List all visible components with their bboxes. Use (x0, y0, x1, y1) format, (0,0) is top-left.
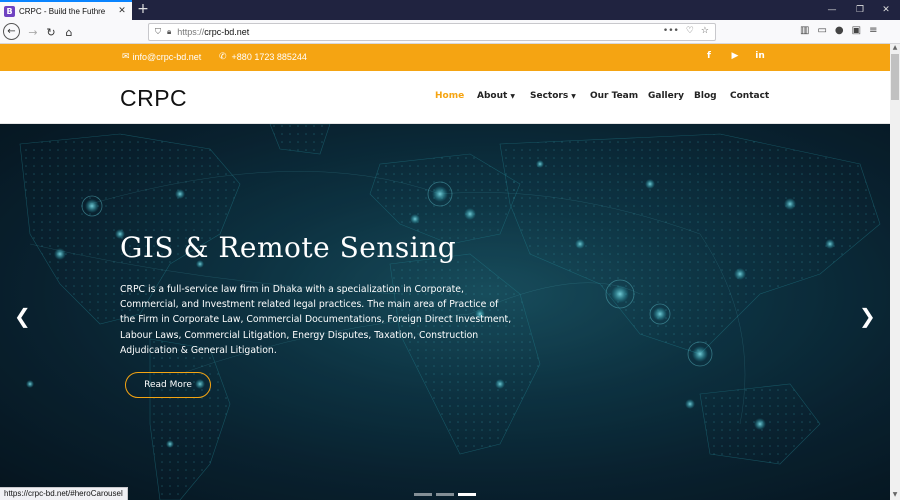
nav-label: Our Team (590, 91, 639, 101)
lock-icon[interactable]: 🔒︎ (167, 27, 171, 37)
carousel-next-icon[interactable]: ❯ (859, 304, 876, 328)
nav-item-contact[interactable]: Contact (730, 91, 769, 101)
account-icon[interactable]: ● (835, 25, 844, 36)
page-actions-icon[interactable]: ••• (663, 26, 679, 36)
url-scheme: https:// (177, 27, 205, 37)
nav-label: Contact (730, 91, 770, 101)
email-text: info@crpc-bd.net (132, 51, 202, 62)
phone-icon: ✆ (219, 51, 227, 61)
email-link[interactable]: ✉ info@crpc-bd.net (122, 51, 201, 62)
url-text: https://crpc-bd.net (177, 27, 249, 37)
tab-title: CRPC - Build the Futhre (19, 6, 106, 16)
youtube-icon[interactable]: ▶ (729, 51, 741, 61)
phone-text: +880 1723 885244 (231, 51, 307, 62)
carousel-indicator-active[interactable] (458, 493, 476, 496)
nav-label: Blog (694, 91, 717, 101)
carousel-prev-icon[interactable]: ❮ (14, 304, 31, 328)
nav-item-our-team[interactable]: Our Team (590, 91, 638, 101)
nav-label: Gallery (648, 91, 685, 101)
browser-tab[interactable]: B CRPC - Build the Futhre ✕ (0, 0, 132, 20)
nav-item-sectors[interactable]: Sectors ▼ (530, 91, 576, 101)
scroll-up-icon[interactable]: ▲ (890, 44, 900, 53)
read-more-button[interactable]: Read More (125, 372, 211, 398)
address-bar[interactable]: ⛉ 🔒︎ https://crpc-bd.net ••• ♡ ☆ (148, 23, 716, 41)
url-host: crpc-bd.net (204, 27, 250, 37)
close-tab-icon[interactable]: ✕ (116, 6, 128, 16)
menu-hamburger-icon[interactable]: ≡ (869, 25, 877, 36)
pocket-icon[interactable]: ♡ (686, 26, 694, 36)
library-icon[interactable]: ▥ (800, 25, 809, 36)
restore-window-button[interactable]: ❐ (848, 0, 872, 20)
carousel-indicator[interactable] (414, 493, 432, 496)
carousel-indicators (414, 493, 476, 496)
nav-label: Sectors (530, 91, 569, 101)
minimize-window-button[interactable]: — (820, 0, 844, 20)
nav-item-blog[interactable]: Blog (694, 91, 717, 101)
facebook-icon[interactable]: f (703, 51, 715, 61)
scroll-down-icon[interactable]: ▼ (890, 491, 900, 500)
browser-navigation-bar: ← → ↻ ⌂ ⛉ 🔒︎ https://crpc-bd.net ••• ♡ ☆… (0, 20, 900, 44)
forward-button[interactable]: → (24, 23, 42, 41)
hero-carousel: GIS & Remote Sensing CRPC is a full-serv… (0, 124, 890, 500)
nav-label: About (477, 91, 508, 101)
site-favicon-icon: B (4, 5, 15, 17)
chevron-down-icon: ▼ (571, 92, 576, 100)
bookmark-star-icon[interactable]: ☆ (701, 26, 709, 36)
site-header: CRPC Home About ▼ Sectors ▼ Our Team Galle… (0, 71, 890, 124)
status-bar-url: https://crpc-bd.net/#heroCarousel (0, 487, 128, 500)
chevron-down-icon: ▼ (510, 92, 515, 100)
linkedin-icon[interactable]: in (754, 51, 766, 61)
hero-title: GIS & Remote Sensing (120, 231, 457, 264)
extension-icon[interactable]: ▣ (852, 25, 861, 36)
carousel-indicator[interactable] (436, 493, 454, 496)
back-button[interactable]: ← (3, 23, 20, 40)
sidebar-icon[interactable]: ▭ (817, 25, 826, 36)
reload-button[interactable]: ↻ (42, 23, 60, 41)
site-logo[interactable]: CRPC (120, 85, 187, 112)
page-scrollbar[interactable]: ▲ ▼ (890, 44, 900, 500)
nav-item-gallery[interactable]: Gallery (648, 91, 684, 101)
browser-tab-bar: B CRPC - Build the Futhre ✕ + — ❐ ✕ (0, 0, 900, 20)
shield-icon[interactable]: ⛉ (155, 27, 161, 37)
hero-description: CRPC is a full-service law firm in Dhaka… (120, 284, 512, 356)
close-window-button[interactable]: ✕ (874, 0, 898, 20)
new-tab-button[interactable]: + (136, 1, 150, 17)
home-button[interactable]: ⌂ (60, 23, 78, 41)
envelope-icon: ✉ (122, 51, 130, 61)
phone-link[interactable]: ✆ +880 1723 885244 (219, 51, 307, 62)
scrollbar-thumb[interactable] (891, 54, 899, 100)
contact-topbar: ✉ info@crpc-bd.net ✆ +880 1723 885244 f … (0, 44, 890, 71)
nav-item-about[interactable]: About ▼ (477, 91, 515, 101)
nav-item-home[interactable]: Home (435, 91, 464, 101)
nav-label: Home (435, 91, 465, 101)
